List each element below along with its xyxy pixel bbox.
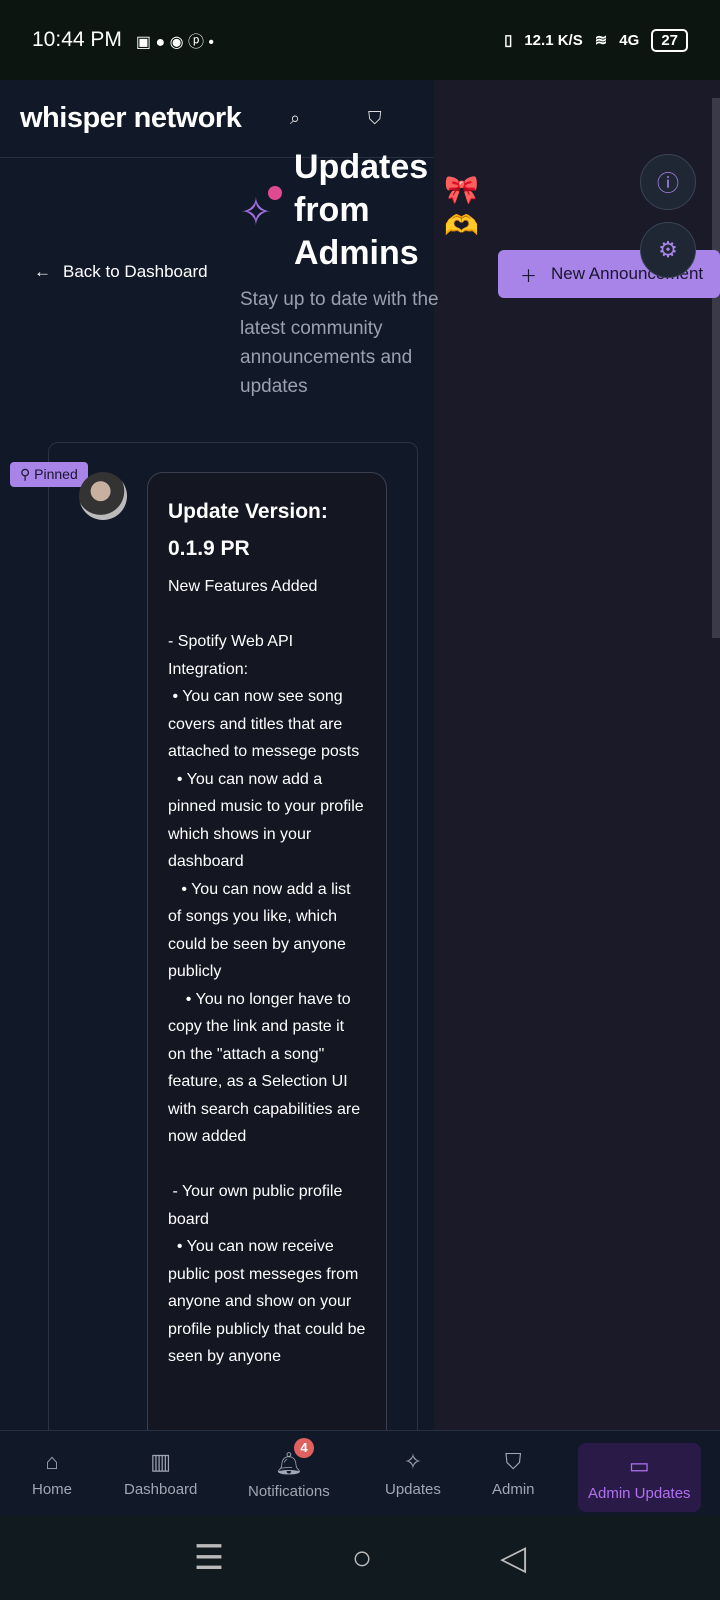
pinned-badge: ⚲ Pinned [10,462,88,487]
wifi-icon: ≋ [594,32,608,49]
bell-icon: 🔔︎ [274,1451,303,1476]
status-bar: 10:44 PM ▣ ● ◉ ⓟ • ▯ 12.1 K/S ≋ 4G 27 [0,0,720,80]
settings-button[interactable]: ⚙ [640,222,696,278]
search-icon[interactable]: ⌕ [290,108,300,129]
page-subtitle: Stay up to date with the latest communit… [240,289,439,397]
nav-admin[interactable]: ⛉ Admin [492,1449,535,1498]
back-triangle-icon[interactable]: ◁ [500,1538,526,1578]
announcement-title: Update Version: 0.1.9 PR [168,500,328,560]
vibrate-icon: ▯ [504,32,513,49]
shield-icon[interactable]: ⛉ [368,108,382,129]
bottom-nav: ⌂ Home ▥ Dashboard 🔔︎ Notifications ✧ Update… [0,1430,720,1516]
nav-admin-updates[interactable]: ▭ Admin Updates [578,1443,701,1512]
battery: 27 [651,28,688,52]
info-button[interactable]: ⓘ [640,154,696,210]
chart-icon: ▥ [150,1449,172,1474]
nav-dashboard[interactable]: ▥ Dashboard [124,1449,197,1498]
scrollbar[interactable] [712,98,720,638]
nav-home[interactable]: ⌂ Home [32,1449,72,1498]
menu-icon[interactable]: ☰ [194,1538,224,1578]
arrow-left-icon: ← [34,262,51,281]
announcement-card: Update Version: 0.1.9 PR New Features Ad… [147,472,387,1472]
notification-icons: ▣ ● ◉ ⓟ • [135,34,215,51]
clock: 10:44 PM [32,28,122,51]
info-icon: ⓘ [656,171,679,196]
notification-dot [268,186,282,200]
system-nav: ☰ ○ ◁ [0,1516,720,1600]
home-icon: ⌂ [45,1449,59,1474]
shield-icon: ⛉ [505,1449,522,1474]
message-icon: ▭ [628,1453,650,1478]
nav-updates[interactable]: ✧ Updates [385,1449,441,1498]
logo[interactable]: whisper network [20,102,242,135]
page-title: Updates from Admins [294,148,429,272]
notification-badge: 4 [294,1438,314,1458]
gear-icon: ⚙ [658,237,678,262]
announcement-body: New Features Added - Spotify Web API Int… [168,578,366,1365]
home-circle-icon[interactable]: ○ [352,1539,373,1578]
net-speed: 12.1 K/S [524,31,583,49]
back-label: Back to Dashboard [63,262,208,281]
nav-notifications[interactable]: 🔔︎ Notifications [248,1451,330,1500]
sparkles-icon: ✧ [403,1449,423,1474]
back-to-dashboard-link[interactable]: ← Back to Dashboard [34,262,208,282]
sparkles-icon: ✧ [240,192,272,234]
emoji-decoration: 🎀 🫶 [444,174,479,241]
avatar[interactable] [79,472,127,520]
plus-icon: ＋ [520,266,537,286]
network-type: 4G [619,31,640,49]
